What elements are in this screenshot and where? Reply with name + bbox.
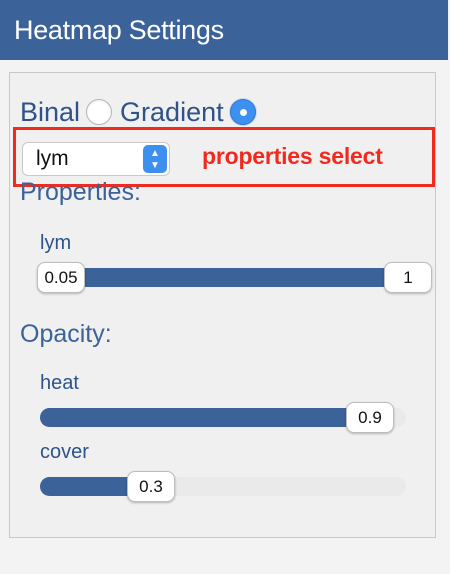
lym-slider-high-handle[interactable]: 1 — [384, 262, 432, 293]
footer-strip — [0, 546, 450, 574]
lym-high-value: 1 — [403, 268, 413, 287]
panel-title: Heatmap Settings — [14, 15, 224, 45]
select-arrows-icon: ▲ ▼ — [143, 145, 167, 173]
heat-slider-label: heat — [40, 372, 79, 394]
panel-header: Heatmap Settings — [0, 0, 448, 60]
cover-value: 0.3 — [139, 477, 163, 496]
heat-slider-fill — [40, 408, 370, 427]
opacity-section-title: Opacity: — [20, 320, 112, 348]
annotation-label: properties select — [202, 143, 383, 169]
mode-radio-group: Binal Gradient — [20, 95, 264, 129]
binal-radio[interactable] — [86, 99, 113, 125]
heat-slider-handle[interactable]: 0.9 — [346, 402, 394, 433]
lym-low-value: 0.05 — [44, 268, 78, 287]
lym-slider-range — [58, 268, 404, 287]
lym-slider-low-handle[interactable]: 0.05 — [37, 262, 85, 293]
gradient-radio[interactable] — [229, 99, 256, 125]
binal-label: Binal — [20, 96, 81, 127]
properties-select-value: lym — [36, 147, 69, 170]
lym-slider-label: lym — [40, 232, 72, 254]
cover-slider-handle[interactable]: 0.3 — [127, 471, 175, 502]
cover-slider-label: cover — [40, 441, 89, 463]
gradient-label: Gradient — [120, 96, 224, 127]
properties-select[interactable]: lym ▲ ▼ — [22, 142, 170, 176]
properties-section-title: Properties: — [20, 178, 141, 206]
heat-value: 0.9 — [358, 408, 382, 427]
